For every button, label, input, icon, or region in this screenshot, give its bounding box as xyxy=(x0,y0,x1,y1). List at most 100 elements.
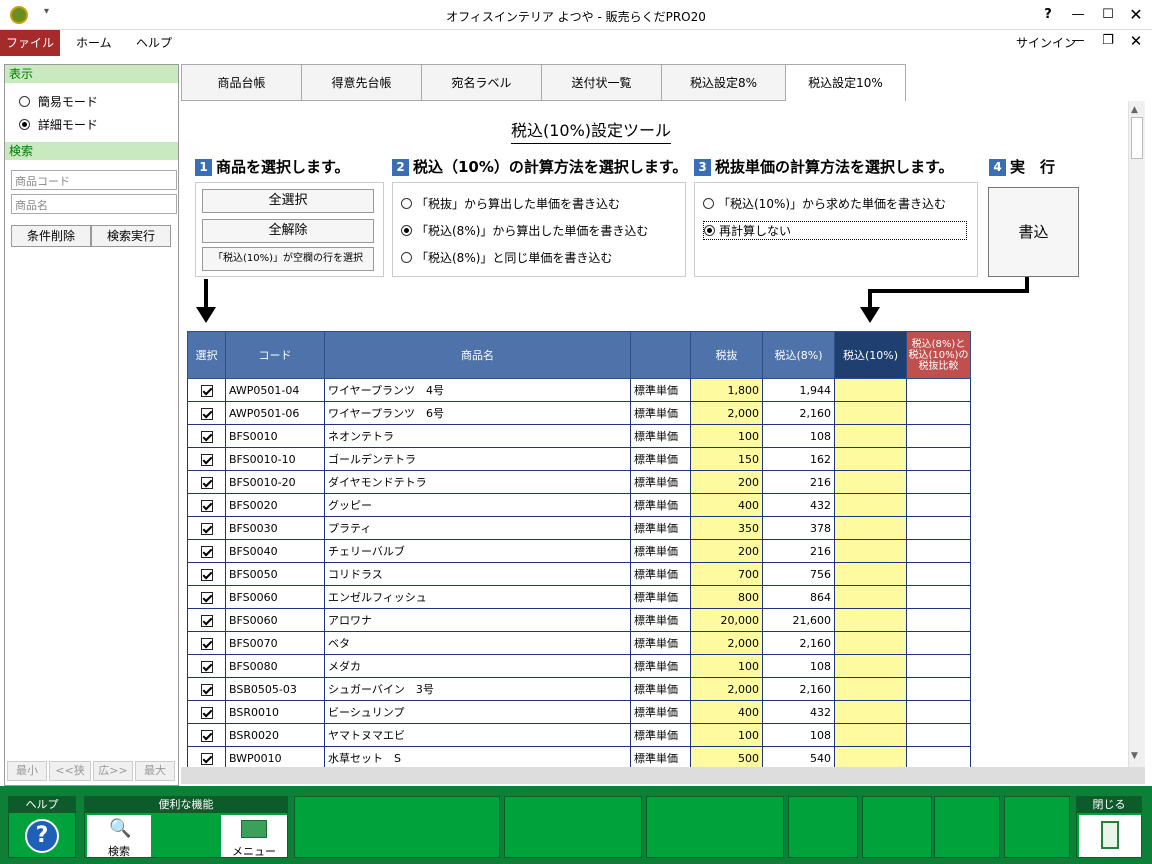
col-tax8[interactable]: 税込(8%) xyxy=(762,331,835,379)
horizontal-scrollbar[interactable] xyxy=(181,767,1145,784)
row-type[interactable]: 標準単価 xyxy=(630,378,691,402)
row-code[interactable]: BFS0010-20 xyxy=(225,470,325,494)
restore-icon[interactable]: ❐ xyxy=(1096,30,1120,52)
table-row[interactable]: BFS0010-20 ダイヤモンドテトラ 標準単価 200 216 xyxy=(187,470,971,494)
row-taxex[interactable]: 800 xyxy=(690,585,763,609)
row-type[interactable]: 標準単価 xyxy=(630,447,691,471)
calc-option-from-tax8[interactable]: 「税込(8%)」から算出した単価を書き込む xyxy=(401,222,648,239)
checkbox-checked-icon[interactable] xyxy=(200,637,213,650)
row-type[interactable]: 標準単価 xyxy=(630,631,691,655)
row-name[interactable]: ワイヤープランツ 4号 xyxy=(324,378,631,402)
row-code[interactable]: BFS0040 xyxy=(225,539,325,563)
row-type[interactable]: 標準単価 xyxy=(630,493,691,517)
checkbox-checked-icon[interactable] xyxy=(200,729,213,742)
row-name[interactable]: プラティ xyxy=(324,516,631,540)
table-row[interactable]: BSR0020 ヤマトヌマエビ 標準単価 100 108 xyxy=(187,723,971,747)
table-row[interactable]: BSR0010 ビーシュリンプ 標準単価 400 432 xyxy=(187,700,971,724)
row-tax10[interactable] xyxy=(834,723,907,747)
row-type[interactable]: 標準単価 xyxy=(630,516,691,540)
calc-option-from-taxex[interactable]: 「税抜」から算出した単価を書き込む xyxy=(401,195,620,212)
table-row[interactable]: BFS0040 チェリーバルブ 標準単価 200 216 xyxy=(187,539,971,563)
close-icon[interactable]: ✕ xyxy=(1124,4,1148,26)
tab-tax8[interactable]: 税込設定8% xyxy=(661,64,786,101)
row-name[interactable]: シュガーバイン 3号 xyxy=(324,677,631,701)
row-tax10[interactable] xyxy=(834,631,907,655)
row-name[interactable]: ワイヤープランツ 6号 xyxy=(324,401,631,425)
row-code[interactable]: BSR0020 xyxy=(225,723,325,747)
vertical-scrollbar[interactable]: ▲ ▼ xyxy=(1128,101,1145,767)
row-type[interactable]: 標準単価 xyxy=(630,677,691,701)
scroll-down-icon[interactable]: ▼ xyxy=(1131,751,1138,761)
row-taxex[interactable]: 1,800 xyxy=(690,378,763,402)
row-tax10[interactable] xyxy=(834,677,907,701)
row-type[interactable]: 標準単価 xyxy=(630,746,691,767)
checkbox-checked-icon[interactable] xyxy=(200,384,213,397)
mode-simple-radio[interactable]: 簡易モード xyxy=(19,93,98,110)
row-code[interactable]: BFS0060 xyxy=(225,585,325,609)
row-type[interactable]: 標準単価 xyxy=(630,562,691,586)
row-tax10[interactable] xyxy=(834,378,907,402)
table-row[interactable]: BFS0070 ベタ 標準単価 2,000 2,160 xyxy=(187,631,971,655)
row-tax8[interactable]: 756 xyxy=(762,562,835,586)
row-name[interactable]: メダカ xyxy=(324,654,631,678)
col-compare[interactable]: 税込(8%)と税込(10%)の税抜比較 xyxy=(906,331,971,379)
checkbox-checked-icon[interactable] xyxy=(200,660,213,673)
table-row[interactable]: BFS0050 コリドラス 標準単価 700 756 xyxy=(187,562,971,586)
select-all-button[interactable]: 全選択 xyxy=(202,189,374,213)
table-row[interactable]: BFS0060 エンゼルフィッシュ 標準単価 800 864 xyxy=(187,585,971,609)
row-code[interactable]: BFS0060 xyxy=(225,608,325,632)
row-select-cell[interactable] xyxy=(187,516,226,540)
row-code[interactable]: BFS0070 xyxy=(225,631,325,655)
pager-next-button[interactable]: 広>> xyxy=(93,761,133,781)
row-select-cell[interactable] xyxy=(187,700,226,724)
row-select-cell[interactable] xyxy=(187,424,226,448)
row-code[interactable]: BSB0505-03 xyxy=(225,677,325,701)
checkbox-checked-icon[interactable] xyxy=(200,522,213,535)
row-code[interactable]: BFS0030 xyxy=(225,516,325,540)
row-taxex[interactable]: 150 xyxy=(690,447,763,471)
row-code[interactable]: AWP0501-04 xyxy=(225,378,325,402)
tab-customers[interactable]: 得意先台帳 xyxy=(301,64,422,101)
checkbox-checked-icon[interactable] xyxy=(200,706,213,719)
tab-address-labels[interactable]: 宛名ラベル xyxy=(421,64,542,101)
row-tax8[interactable]: 108 xyxy=(762,654,835,678)
col-taxex[interactable]: 税抜 xyxy=(690,331,763,379)
row-type[interactable]: 標準単価 xyxy=(630,723,691,747)
row-tax10[interactable] xyxy=(834,700,907,724)
row-select-cell[interactable] xyxy=(187,631,226,655)
row-select-cell[interactable] xyxy=(187,447,226,471)
row-tax8[interactable]: 540 xyxy=(762,746,835,767)
row-taxex[interactable]: 400 xyxy=(690,700,763,724)
menu-tool-button[interactable]: メニュー xyxy=(221,815,287,858)
checkbox-checked-icon[interactable] xyxy=(200,476,213,489)
row-code[interactable]: BWP0010 xyxy=(225,746,325,767)
row-taxex[interactable]: 2,000 xyxy=(690,677,763,701)
table-row[interactable]: BFS0010 ネオンテトラ 標準単価 100 108 xyxy=(187,424,971,448)
row-taxex[interactable]: 2,000 xyxy=(690,631,763,655)
row-name[interactable]: 水草セット S xyxy=(324,746,631,767)
tab-cover-letters[interactable]: 送付状一覧 xyxy=(541,64,662,101)
row-select-cell[interactable] xyxy=(187,470,226,494)
checkbox-checked-icon[interactable] xyxy=(200,568,213,581)
table-row[interactable]: AWP0501-04 ワイヤープランツ 4号 標準単価 1,800 1,944 xyxy=(187,378,971,402)
row-tax10[interactable] xyxy=(834,424,907,448)
product-name-input[interactable]: 商品名 xyxy=(11,194,177,214)
row-tax10[interactable] xyxy=(834,401,907,425)
row-taxex[interactable]: 20,000 xyxy=(690,608,763,632)
menu-home[interactable]: ホーム xyxy=(64,30,124,56)
row-code[interactable]: AWP0501-06 xyxy=(225,401,325,425)
col-code[interactable]: コード xyxy=(225,331,325,379)
table-row[interactable]: BWP0010 水草セット S 標準単価 500 540 xyxy=(187,746,971,767)
row-tax8[interactable]: 864 xyxy=(762,585,835,609)
row-code[interactable]: BFS0020 xyxy=(225,493,325,517)
taxex-option-no-recalc[interactable]: 再計算しない xyxy=(703,221,967,240)
maximize-icon[interactable]: ☐ xyxy=(1096,4,1120,26)
row-tax10[interactable] xyxy=(834,516,907,540)
clear-conditions-button[interactable]: 条件削除 xyxy=(11,225,91,247)
help-button[interactable]: ? xyxy=(1036,4,1060,26)
row-name[interactable]: ビーシュリンプ xyxy=(324,700,631,724)
row-tax10[interactable] xyxy=(834,654,907,678)
row-name[interactable]: ヤマトヌマエビ xyxy=(324,723,631,747)
checkbox-checked-icon[interactable] xyxy=(200,752,213,765)
menu-file[interactable]: ファイル xyxy=(0,30,60,56)
